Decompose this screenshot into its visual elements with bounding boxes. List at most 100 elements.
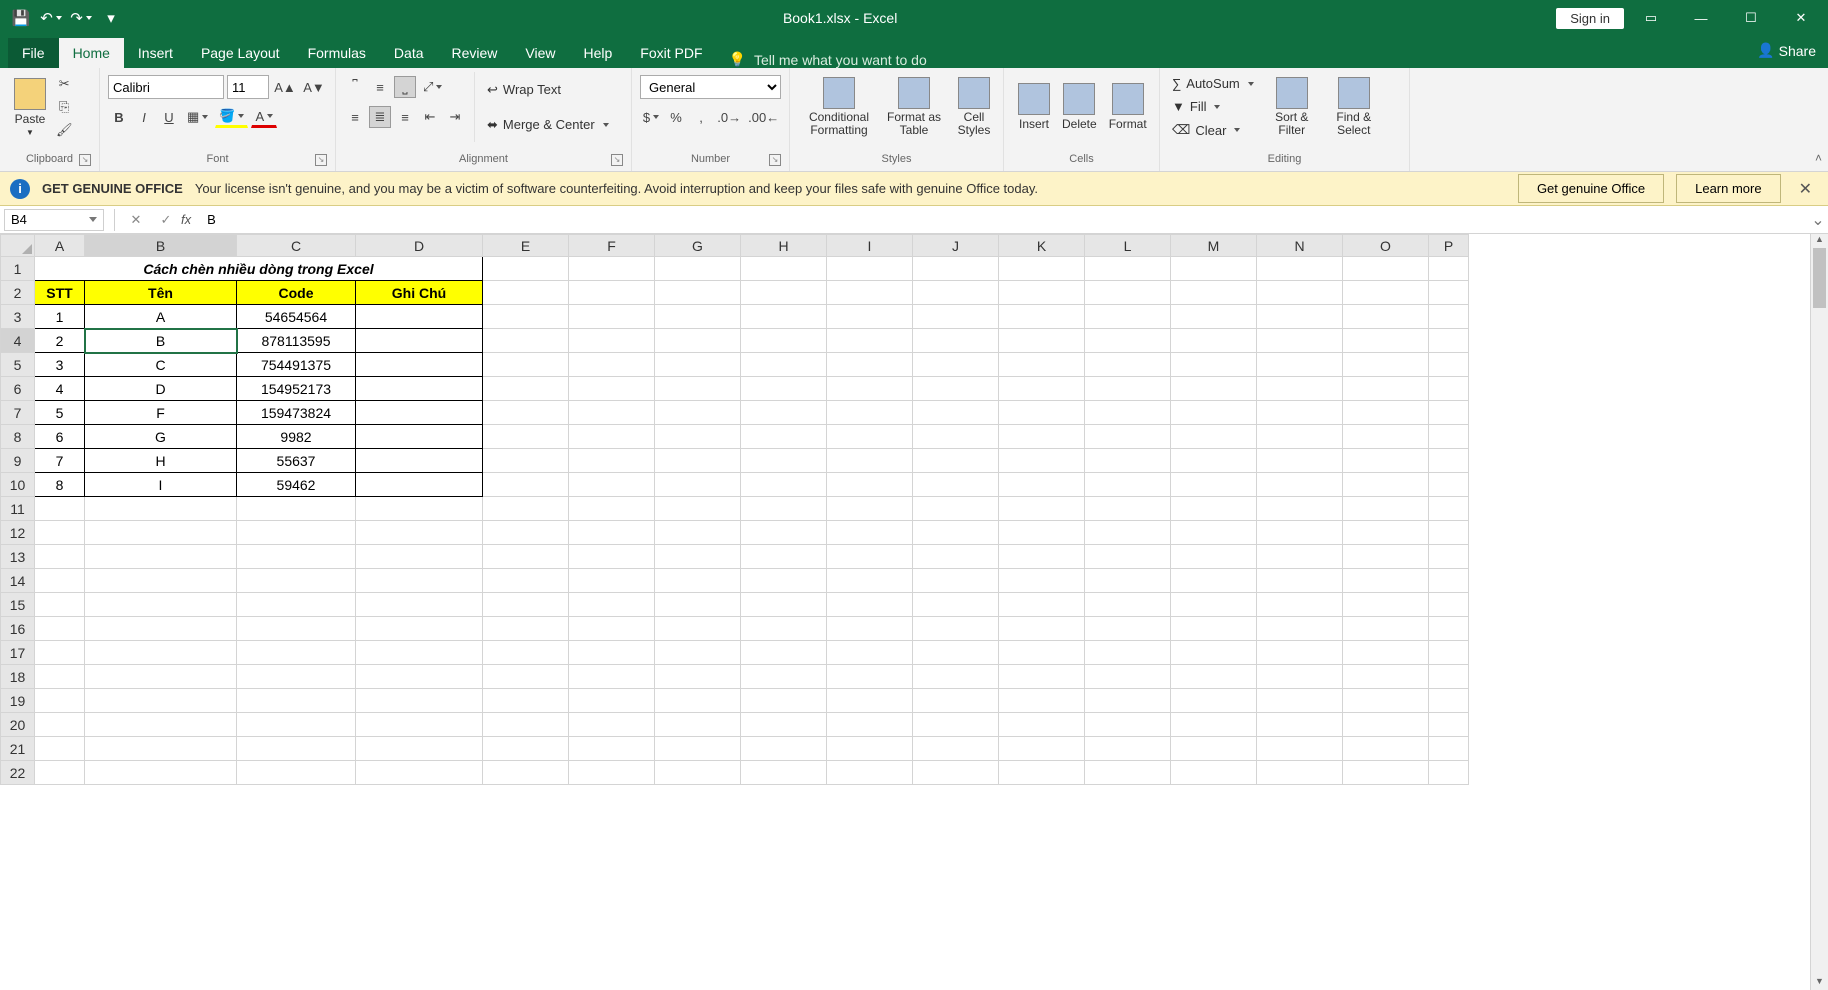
cell-O13[interactable] — [1343, 545, 1429, 569]
autosum-button[interactable]: ∑AutoSum — [1168, 74, 1258, 93]
cell-C17[interactable] — [237, 641, 356, 665]
cell-G14[interactable] — [655, 569, 741, 593]
cell-E15[interactable] — [483, 593, 569, 617]
cell-D15[interactable] — [356, 593, 483, 617]
col-header-L[interactable]: L — [1085, 235, 1171, 257]
cell-L7[interactable] — [1085, 401, 1171, 425]
col-header-C[interactable]: C — [237, 235, 356, 257]
comma-icon[interactable]: , — [690, 106, 712, 128]
cell-E5[interactable] — [483, 353, 569, 377]
col-header-H[interactable]: H — [741, 235, 827, 257]
cell-A4[interactable]: 2 — [35, 329, 85, 353]
cell-L9[interactable] — [1085, 449, 1171, 473]
cell-H2[interactable] — [741, 281, 827, 305]
cell-A21[interactable] — [35, 737, 85, 761]
cell-K1[interactable] — [999, 257, 1085, 281]
cell-G21[interactable] — [655, 737, 741, 761]
cell-E3[interactable] — [483, 305, 569, 329]
cell-F11[interactable] — [569, 497, 655, 521]
cell-C4[interactable]: 878113595 — [237, 329, 356, 353]
cell-E11[interactable] — [483, 497, 569, 521]
cell-I16[interactable] — [827, 617, 913, 641]
col-header-P[interactable]: P — [1429, 235, 1469, 257]
cell-E17[interactable] — [483, 641, 569, 665]
row-header-8[interactable]: 8 — [1, 425, 35, 449]
cell-K17[interactable] — [999, 641, 1085, 665]
cell-C19[interactable] — [237, 689, 356, 713]
cell-G19[interactable] — [655, 689, 741, 713]
decrease-font-icon[interactable]: A▼ — [301, 76, 327, 98]
cell-I9[interactable] — [827, 449, 913, 473]
cell-H19[interactable] — [741, 689, 827, 713]
cell-I20[interactable] — [827, 713, 913, 737]
insert-cells-button[interactable]: Insert — [1012, 72, 1056, 142]
cell-A6[interactable]: 4 — [35, 377, 85, 401]
cell-M15[interactable] — [1171, 593, 1257, 617]
cell-P3[interactable] — [1429, 305, 1469, 329]
cell-P21[interactable] — [1429, 737, 1469, 761]
cell-J9[interactable] — [913, 449, 999, 473]
cell-G9[interactable] — [655, 449, 741, 473]
cell-H8[interactable] — [741, 425, 827, 449]
cell-N10[interactable] — [1257, 473, 1343, 497]
cell-P4[interactable] — [1429, 329, 1469, 353]
cell-M14[interactable] — [1171, 569, 1257, 593]
share-button[interactable]: 👤 Share — [1757, 42, 1816, 59]
cell-L22[interactable] — [1085, 761, 1171, 785]
cell-O7[interactable] — [1343, 401, 1429, 425]
clear-button[interactable]: ⌫Clear — [1168, 120, 1258, 140]
name-box[interactable]: B4 — [4, 209, 104, 231]
cell-D6[interactable] — [356, 377, 483, 401]
bold-button[interactable]: B — [108, 106, 130, 128]
cell-J5[interactable] — [913, 353, 999, 377]
cell-I13[interactable] — [827, 545, 913, 569]
cell-L13[interactable] — [1085, 545, 1171, 569]
cell-A5[interactable]: 3 — [35, 353, 85, 377]
minimize-icon[interactable]: — — [1678, 0, 1724, 36]
cell-L19[interactable] — [1085, 689, 1171, 713]
cell-B13[interactable] — [85, 545, 237, 569]
tab-formulas[interactable]: Formulas — [294, 38, 380, 68]
col-header-A[interactable]: A — [35, 235, 85, 257]
cell-M19[interactable] — [1171, 689, 1257, 713]
row-header-9[interactable]: 9 — [1, 449, 35, 473]
cell-O10[interactable] — [1343, 473, 1429, 497]
cell-J2[interactable] — [913, 281, 999, 305]
cell-M5[interactable] — [1171, 353, 1257, 377]
cell-L4[interactable] — [1085, 329, 1171, 353]
cell-B20[interactable] — [85, 713, 237, 737]
cut-icon[interactable]: ✂ — [52, 73, 77, 95]
cell-B7[interactable]: F — [85, 401, 237, 425]
row-header-4[interactable]: 4 — [1, 329, 35, 353]
cell-P18[interactable] — [1429, 665, 1469, 689]
decrease-indent-icon[interactable]: ⇤ — [419, 106, 441, 128]
delete-cells-button[interactable]: Delete — [1056, 72, 1103, 142]
cell-O16[interactable] — [1343, 617, 1429, 641]
cell-G6[interactable] — [655, 377, 741, 401]
cell-N6[interactable] — [1257, 377, 1343, 401]
cell-M21[interactable] — [1171, 737, 1257, 761]
cell-I14[interactable] — [827, 569, 913, 593]
cell-F12[interactable] — [569, 521, 655, 545]
cell-N22[interactable] — [1257, 761, 1343, 785]
cell-C18[interactable] — [237, 665, 356, 689]
cell-F8[interactable] — [569, 425, 655, 449]
cell-H18[interactable] — [741, 665, 827, 689]
cell-D13[interactable] — [356, 545, 483, 569]
cell-G11[interactable] — [655, 497, 741, 521]
cell-E18[interactable] — [483, 665, 569, 689]
cell-K22[interactable] — [999, 761, 1085, 785]
cell-D18[interactable] — [356, 665, 483, 689]
decrease-decimal-icon[interactable]: .00← — [746, 106, 781, 128]
cell-L1[interactable] — [1085, 257, 1171, 281]
cell-F1[interactable] — [569, 257, 655, 281]
cell-E9[interactable] — [483, 449, 569, 473]
font-size-input[interactable] — [227, 75, 269, 99]
cell-E13[interactable] — [483, 545, 569, 569]
cell-B15[interactable] — [85, 593, 237, 617]
col-header-M[interactable]: M — [1171, 235, 1257, 257]
cell-N21[interactable] — [1257, 737, 1343, 761]
cell-J8[interactable] — [913, 425, 999, 449]
get-genuine-button[interactable]: Get genuine Office — [1518, 174, 1664, 203]
cell-J1[interactable] — [913, 257, 999, 281]
